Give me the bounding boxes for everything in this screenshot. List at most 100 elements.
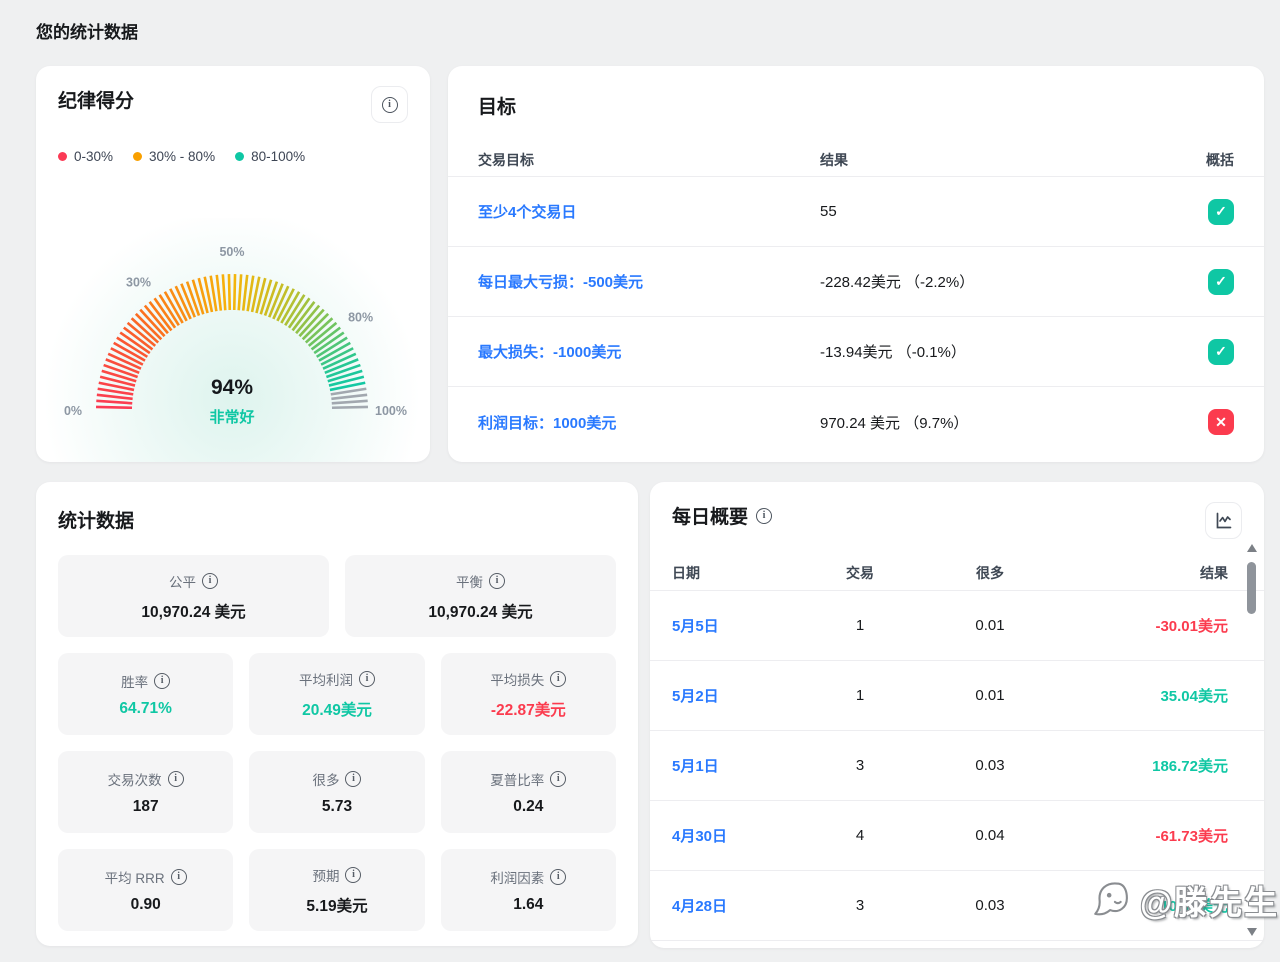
info-icon[interactable]: i <box>168 771 184 787</box>
goals-column-summary: 概括 <box>1194 150 1234 170</box>
stat-label: 平均利润i <box>299 669 375 689</box>
scrollbar-thumb[interactable] <box>1247 562 1256 614</box>
daily-result: 186.72美元 <box>1060 755 1228 776</box>
stat-label: 平均损失i <box>490 669 566 689</box>
gauge-axis-label: 50% <box>219 245 244 259</box>
goals-card: 目标 交易目标 结果 概括 至少4个交易日55✓每日最大亏损：-500美元-22… <box>448 66 1264 462</box>
goal-result: 970.24 美元 （9.7%） <box>820 412 1208 433</box>
gauge-legend: 0-30%30% - 80%80-100% <box>58 149 408 164</box>
gauge-axis-label: 80% <box>348 311 373 325</box>
daily-summary-header: 每日概要 i <box>650 482 1264 539</box>
stat-tile: 胜率i64.71% <box>58 653 233 735</box>
stat-tile: 平衡i 10,970.24 美元 <box>345 555 616 637</box>
stat-label: 公平i <box>169 571 218 591</box>
daily-date-link[interactable]: 5月2日 <box>672 685 800 706</box>
info-icon[interactable]: i <box>550 671 566 687</box>
daily-row: 5月5日10.01-30.01美元 <box>650 591 1264 661</box>
daily-result: -61.73美元 <box>1060 825 1228 846</box>
line-chart-icon <box>1215 512 1233 530</box>
stat-value: 0.24 <box>513 798 543 816</box>
stat-value: 64.71% <box>119 700 172 718</box>
goal-link[interactable]: 最大损失：-1000美元 <box>478 341 820 362</box>
info-icon: i <box>382 97 398 113</box>
daily-result: -30.01美元 <box>1060 615 1228 636</box>
daily-table-body: 5月5日10.01-30.01美元5月2日10.0135.04美元5月1日30.… <box>650 591 1264 941</box>
info-icon[interactable]: i <box>345 771 361 787</box>
stat-tile: 平均 RRRi0.90 <box>58 849 233 931</box>
goals-column-goal: 交易目标 <box>478 150 820 170</box>
info-icon[interactable]: i <box>550 771 566 787</box>
daily-date-link[interactable]: 4月30日 <box>672 825 800 846</box>
legend-label: 0-30% <box>74 149 113 164</box>
stat-tile: 公平i 10,970.24 美元 <box>58 555 329 637</box>
legend-label: 80-100% <box>251 149 305 164</box>
daily-trades: 3 <box>800 757 920 774</box>
daily-column-trades: 交易 <box>800 563 920 583</box>
stat-value: 5.19美元 <box>306 894 367 916</box>
daily-trades: 3 <box>800 897 920 914</box>
goal-row: 最大损失：-1000美元-13.94美元 （-0.1%）✓ <box>448 317 1264 387</box>
stat-tile: 平均损失i -22.87美元 <box>441 653 616 735</box>
goal-row: 至少4个交易日55✓ <box>448 177 1264 247</box>
daily-result: 10.01美元 <box>1060 895 1228 916</box>
stat-value: 10,970.24 美元 <box>141 600 245 622</box>
goals-column-result: 结果 <box>820 150 1194 170</box>
goal-status-check-icon: ✓ <box>1208 339 1234 365</box>
gauge-axis-label: 30% <box>126 275 151 289</box>
stat-tile: 夏普比率i 0.24 <box>441 751 616 833</box>
stat-tile: 利润因素i1.64 <box>441 849 616 931</box>
gauge-axis-label: 0% <box>64 404 82 418</box>
discipline-title: 纪律得分 <box>58 86 134 113</box>
info-icon[interactable]: i <box>756 508 772 524</box>
info-icon[interactable]: i <box>154 673 170 689</box>
gauge-axis-label: 100% <box>375 404 407 418</box>
daily-lots: 0.01 <box>920 617 1060 634</box>
discipline-score-card: 纪律得分 i 0-30%30% - 80%80-100% 0% 30% 50% 80%… <box>36 66 430 462</box>
daily-column-result: 结果 <box>1060 563 1228 583</box>
goal-status-cross-icon: ✕ <box>1208 409 1234 435</box>
legend-item: 80-100% <box>235 149 305 164</box>
info-icon[interactable]: i <box>550 869 566 885</box>
daily-chart-view-button[interactable] <box>1205 502 1242 539</box>
daily-date-link[interactable]: 5月1日 <box>672 755 800 776</box>
daily-date-link[interactable]: 5月5日 <box>672 615 800 636</box>
discipline-gauge: 0% 30% 50% 80% 100% 94% 非常好 <box>36 218 430 462</box>
scroll-down-icon[interactable] <box>1247 928 1257 936</box>
info-icon[interactable]: i <box>202 573 218 589</box>
daily-scrollbar[interactable] <box>1245 544 1259 936</box>
daily-summary-title: 每日概要 <box>672 502 748 529</box>
daily-row: 5月1日30.03186.72美元 <box>650 731 1264 801</box>
goal-row: 每日最大亏损：-500美元-228.42美元 （-2.2%）✓ <box>448 247 1264 317</box>
goal-link[interactable]: 至少4个交易日 <box>478 201 820 222</box>
goals-table-body: 至少4个交易日55✓每日最大亏损：-500美元-228.42美元 （-2.2%）… <box>448 177 1264 457</box>
discipline-info-button[interactable]: i <box>371 86 408 123</box>
stat-tile: 预期i5.19美元 <box>249 849 424 931</box>
stat-label: 平衡i <box>456 571 505 591</box>
stat-value: -22.87美元 <box>491 698 566 720</box>
daily-date-link[interactable]: 4月28日 <box>672 895 800 916</box>
goal-link[interactable]: 利润目标：1000美元 <box>478 412 820 433</box>
daily-summary-card: 每日概要 i 日期 交易 很多 结果 5月5日10.01-30.01美元5月2日… <box>650 482 1264 948</box>
info-icon[interactable]: i <box>359 671 375 687</box>
goal-link[interactable]: 每日最大亏损：-500美元 <box>478 271 820 292</box>
daily-trades: 1 <box>800 687 920 704</box>
info-icon[interactable]: i <box>345 867 361 883</box>
gauge-status-label: 非常好 <box>209 408 254 426</box>
legend-item: 0-30% <box>58 149 113 164</box>
scroll-up-icon[interactable] <box>1247 544 1257 552</box>
stat-label: 夏普比率i <box>490 769 566 789</box>
statistics-card: 统计数据 公平i10,970.24 美元平衡i10,970.24 美元胜率i64… <box>36 482 638 946</box>
goals-table-header: 交易目标 结果 概括 <box>448 143 1264 177</box>
gauge-value: 94% <box>211 376 253 399</box>
daily-trades: 1 <box>800 617 920 634</box>
daily-lots: 0.03 <box>920 897 1060 914</box>
info-icon[interactable]: i <box>171 869 187 885</box>
stat-value: 1.64 <box>513 896 543 914</box>
daily-row: 5月2日10.0135.04美元 <box>650 661 1264 731</box>
daily-row: 4月30日40.04-61.73美元 <box>650 801 1264 871</box>
stat-label: 交易次数i <box>108 769 184 789</box>
daily-row: 4月28日30.0310.01美元 <box>650 871 1264 941</box>
stat-value: 10,970.24 美元 <box>428 600 532 622</box>
info-icon[interactable]: i <box>489 573 505 589</box>
stat-value: 5.73 <box>322 798 352 816</box>
